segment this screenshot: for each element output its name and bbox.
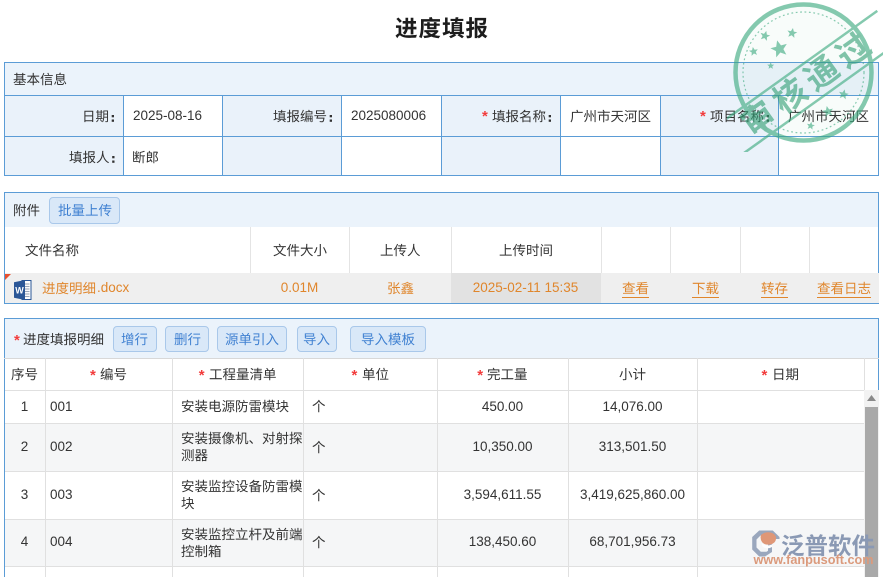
svg-text:W: W [15,286,24,296]
